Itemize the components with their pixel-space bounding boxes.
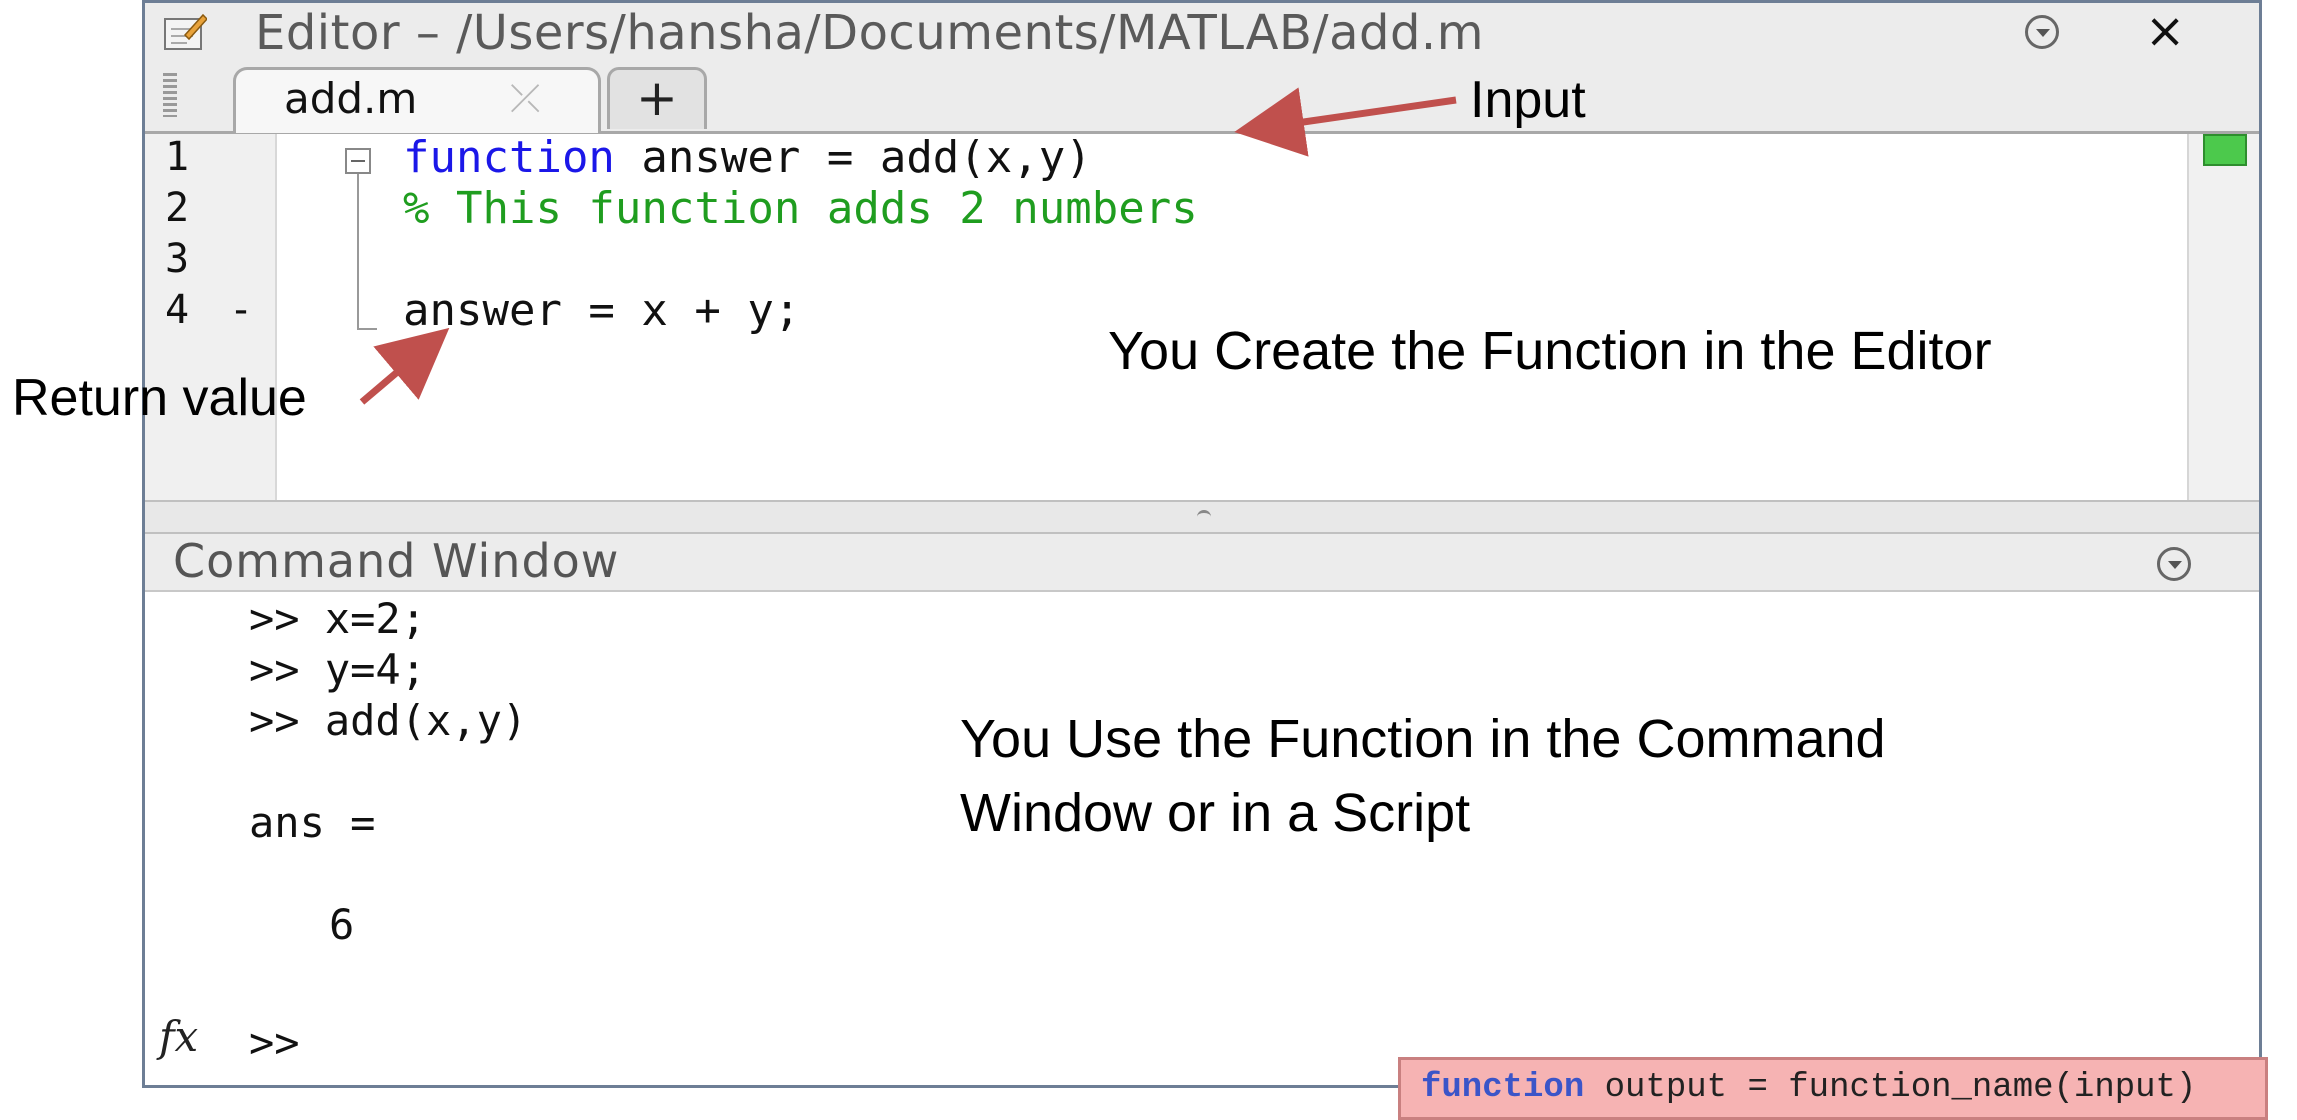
editor-scrollbar[interactable] — [2187, 134, 2259, 500]
command-prompt[interactable]: >> — [249, 1018, 300, 1067]
new-tab-button[interactable]: + — [607, 67, 707, 129]
code-line-1: function answer = add(x,y) — [403, 132, 1092, 183]
code-line-2: % This function adds 2 numbers — [403, 183, 1198, 234]
line-number: 3 — [165, 236, 190, 282]
command-window-title: Command Window — [173, 534, 620, 588]
syntax-keyword: function — [1421, 1069, 1585, 1107]
close-icon[interactable]: × — [2145, 3, 2185, 59]
command-line: >> y=4; — [249, 645, 427, 694]
drag-grip-icon[interactable] — [163, 73, 177, 117]
chevron-down-icon[interactable] — [2157, 547, 2191, 581]
command-line: >> add(x,y) — [249, 696, 528, 745]
syntax-reference-box: function output = function_name(input) — [1398, 1057, 2268, 1120]
line-number: 1 — [165, 134, 190, 180]
matlab-window: Editor – /Users/hansha/Documents/MATLAB/… — [142, 0, 2262, 1088]
return-value-annotation: Return value — [12, 369, 307, 427]
command-output-value: 6 — [329, 900, 355, 949]
command-window-header: Command Window — [145, 534, 2259, 592]
code-editor[interactable]: 1 2 3 4 - function answer = add(x,y) % T… — [145, 132, 2259, 500]
command-caption-line-1: You Use the Function in the Command — [960, 709, 1886, 769]
editor-title-bar: Editor – /Users/hansha/Documents/MATLAB/… — [145, 3, 2259, 63]
command-caption-line-2: Window or in a Script — [960, 783, 1471, 843]
editor-caption: You Create the Function in the Editor — [1108, 321, 1992, 381]
pane-splitter[interactable] — [145, 500, 2259, 534]
code-analyzer-status-icon[interactable] — [2203, 134, 2247, 166]
tab-label: add.m — [284, 74, 418, 123]
code-text: answer = add(x,y) — [614, 132, 1092, 183]
breakpoint-marker[interactable]: - — [229, 287, 253, 333]
tab-add-m[interactable]: add.m ⤫ — [233, 67, 601, 133]
code-line-4: answer = x + y; — [403, 285, 801, 336]
editor-tab-strip: add.m ⤫ + — [145, 63, 2259, 134]
line-number: 4 — [165, 287, 190, 333]
splitter-grip-icon[interactable] — [1197, 510, 1211, 519]
fold-guide — [357, 174, 359, 330]
line-number: 2 — [165, 185, 190, 231]
input-annotation: Input — [1470, 71, 1586, 129]
fx-icon[interactable]: fx — [159, 1012, 198, 1061]
code-fold-icon[interactable] — [345, 148, 371, 174]
command-output: ans = — [249, 798, 376, 847]
keyword: function — [403, 132, 615, 183]
editor-icon — [164, 13, 207, 50]
editor-title: Editor – /Users/hansha/Documents/MATLAB/… — [255, 5, 1484, 61]
tab-close-icon[interactable]: ⤫ — [510, 76, 540, 121]
line-number-gutter: 1 2 3 4 - — [145, 134, 277, 500]
syntax-text: output = function_name(input) — [1584, 1069, 2197, 1107]
fold-guide-end — [357, 328, 377, 330]
chevron-down-icon[interactable] — [2025, 15, 2059, 49]
command-line: >> x=2; — [249, 594, 427, 643]
